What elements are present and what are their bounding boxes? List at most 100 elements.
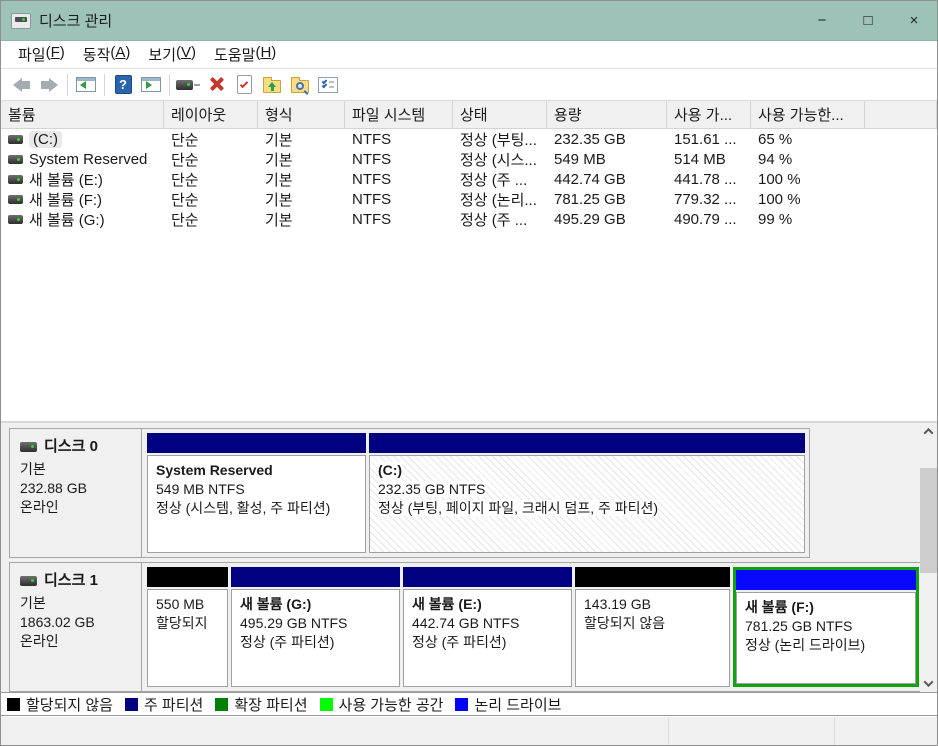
partition-bar [147, 433, 366, 453]
volume-name: (C:) [29, 131, 62, 148]
partition-g[interactable]: 새 볼륨 (G:) 495.29 GB NTFS 정상 (주 파티션) [231, 567, 400, 687]
table-row-volume-c[interactable]: (C:) 단순 기본 NTFS 정상 (부팅... 232.35 GB 151.… [1, 129, 937, 149]
show-action-pane-button[interactable] [137, 72, 165, 98]
checked-sheet-icon [237, 75, 252, 94]
partition-c[interactable]: (C:) 232.35 GB NTFS 정상 (부팅, 페이지 파일, 크래시 … [369, 433, 805, 553]
disk-status: 온라인 [20, 498, 141, 517]
disk-management-window: 디스크 관리 − □ × 파일(F) 동작(A) 보기(V) 도움말(H) ? [0, 0, 938, 746]
partition-system-reserved[interactable]: System Reserved 549 MB NTFS 정상 (시스템, 활성,… [147, 433, 366, 553]
volume-name: 새 볼륨 (G:) [29, 209, 105, 230]
mark-partition-button[interactable] [230, 72, 258, 98]
column-header-layout[interactable]: 레이아웃 [164, 101, 258, 128]
delete-button[interactable] [202, 72, 230, 98]
scrollbar-track[interactable] [920, 440, 937, 675]
column-header-empty [865, 101, 937, 128]
cell-filesystem: NTFS [345, 211, 453, 228]
cell-free-space: 490.79 ... [667, 211, 751, 228]
toolbar-separator [104, 74, 105, 96]
column-header-capacity[interactable]: 용량 [547, 101, 667, 128]
column-header-type[interactable]: 형식 [258, 101, 345, 128]
delete-x-icon [208, 76, 225, 93]
cell-free-space: 151.61 ... [667, 131, 751, 148]
maximize-button[interactable]: □ [845, 1, 891, 40]
forward-icon [41, 78, 58, 92]
cell-percent-free: 99 % [751, 211, 865, 228]
vertical-scrollbar[interactable] [920, 423, 937, 692]
console-tree-icon [76, 77, 96, 92]
column-header-free-space[interactable]: 사용 가... [667, 101, 751, 128]
cell-status: 정상 (논리... [453, 189, 547, 210]
forward-button[interactable] [35, 72, 63, 98]
cell-capacity: 781.25 GB [547, 191, 667, 208]
column-header-status[interactable]: 상태 [453, 101, 547, 128]
table-row-volume-g[interactable]: 새 볼륨 (G:) 단순 기본 NTFS 정상 (주 ... 495.29 GB… [1, 209, 937, 229]
table-row-system-reserved[interactable]: System Reserved 단순 기본 NTFS 정상 (시스... 549… [1, 149, 937, 169]
open-button[interactable] [258, 72, 286, 98]
legend-primary-partition: 주 파티션 [125, 694, 203, 715]
disk-1-row: 디스크 1 기본 1863.02 GB 온라인 550 MB 할당되지 새 볼륨… [9, 562, 924, 692]
column-header-volume[interactable]: 볼륨 [1, 101, 164, 128]
volume-name: 새 볼륨 (E:) [29, 169, 103, 190]
cell-status: 정상 (시스... [453, 149, 547, 170]
legend-swatch-extended [215, 698, 228, 711]
disk-0-row: 디스크 0 기본 232.88 GB 온라인 System Reserved 5… [9, 428, 810, 558]
cell-filesystem: NTFS [345, 191, 453, 208]
scroll-down-button[interactable] [920, 675, 937, 692]
disk-1-label[interactable]: 디스크 1 기본 1863.02 GB 온라인 [10, 563, 142, 691]
menu-view[interactable]: 보기(V) [139, 41, 205, 68]
volume-drive-icon [8, 155, 23, 164]
cell-capacity: 495.29 GB [547, 211, 667, 228]
disk-type: 기본 [20, 594, 141, 613]
menu-bar: 파일(F) 동작(A) 보기(V) 도움말(H) [1, 41, 937, 69]
back-button[interactable] [7, 72, 35, 98]
cell-type: 기본 [258, 209, 345, 230]
cell-filesystem: NTFS [345, 151, 453, 168]
status-section [669, 717, 835, 745]
scrollbar-thumb[interactable] [920, 468, 937, 573]
close-button[interactable]: × [891, 1, 937, 40]
properties-button[interactable] [314, 72, 342, 98]
table-row-volume-f[interactable]: 새 볼륨 (F:) 단순 기본 NTFS 정상 (논리... 781.25 GB… [1, 189, 937, 209]
window-title: 디스크 관리 [39, 10, 112, 31]
volume-drive-icon [8, 135, 23, 144]
rescan-disks-button[interactable] [174, 72, 202, 98]
partition-e[interactable]: 새 볼륨 (E:) 442.74 GB NTFS 정상 (주 파티션) [403, 567, 572, 687]
partition-f-logical[interactable]: 새 볼륨 (F:) 781.25 GB NTFS 정상 (논리 드라이브) [733, 567, 919, 687]
disk-0-partitions: System Reserved 549 MB NTFS 정상 (시스템, 활성,… [142, 429, 809, 557]
scroll-up-button[interactable] [920, 423, 937, 440]
cell-type: 기본 [258, 169, 345, 190]
cell-capacity: 232.35 GB [547, 131, 667, 148]
cell-capacity: 549 MB [547, 151, 667, 168]
cell-percent-free: 65 % [751, 131, 865, 148]
show-console-tree-button[interactable] [72, 72, 100, 98]
status-section [835, 717, 937, 745]
disk-status: 온라인 [20, 632, 141, 651]
cell-filesystem: NTFS [345, 131, 453, 148]
cell-percent-free: 94 % [751, 151, 865, 168]
table-row-volume-e[interactable]: 새 볼륨 (E:) 단순 기본 NTFS 정상 (주 ... 442.74 GB… [1, 169, 937, 189]
menu-file[interactable]: 파일(F) [9, 41, 74, 68]
cell-filesystem: NTFS [345, 171, 453, 188]
column-header-percent-free[interactable]: 사용 가능한... [751, 101, 865, 128]
disk-0-label[interactable]: 디스크 0 기본 232.88 GB 온라인 [10, 429, 142, 557]
menu-action[interactable]: 동작(A) [74, 41, 140, 68]
explore-button[interactable] [286, 72, 314, 98]
titlebar: 디스크 관리 − □ × [1, 1, 937, 41]
menu-help[interactable]: 도움말(H) [205, 41, 285, 68]
graphical-view-pane: 디스크 0 기본 232.88 GB 온라인 System Reserved 5… [1, 421, 937, 692]
status-bar [1, 716, 937, 745]
cell-free-space: 514 MB [667, 151, 751, 168]
cell-status: 정상 (주 ... [453, 169, 547, 190]
partition-bar [403, 567, 572, 587]
disk-size: 232.88 GB [20, 479, 141, 498]
partition-unallocated-large[interactable]: 143.19 GB 할당되지 않음 [575, 567, 730, 687]
minimize-button[interactable]: − [799, 1, 845, 40]
column-header-filesystem[interactable]: 파일 시스템 [345, 101, 453, 128]
volume-table-header: 볼륨 레이아웃 형식 파일 시스템 상태 용량 사용 가... 사용 가능한..… [1, 101, 937, 129]
cell-layout: 단순 [164, 209, 258, 230]
partition-unallocated-small[interactable]: 550 MB 할당되지 [147, 567, 228, 687]
legend-logical-drive: 논리 드라이브 [455, 694, 561, 715]
partition-bar [231, 567, 400, 587]
action-pane-icon [141, 77, 161, 92]
help-button[interactable]: ? [109, 72, 137, 98]
